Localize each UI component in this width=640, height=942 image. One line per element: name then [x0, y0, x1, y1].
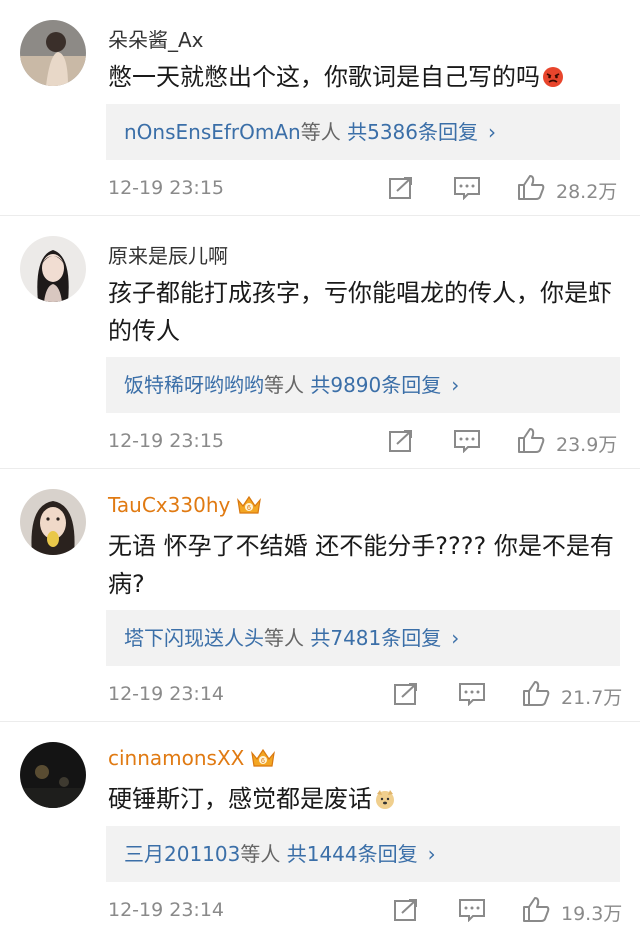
chevron-right-icon: ›: [427, 842, 436, 866]
comment-body: 孩子都能打成孩字，亏你能唱龙的传人，你是虾的传人: [108, 279, 612, 345]
like-count: 28.2万: [556, 181, 618, 203]
vip-crown-icon: 6: [251, 748, 276, 767]
comment-item: 朵朵酱_Ax 憋一天就憋出个这，你歌词是自己写的吗 nOnsEnsEfrOmAn…: [0, 0, 640, 216]
comment-body: 憋一天就憋出个这，你歌词是自己写的吗: [108, 63, 540, 91]
reply-count[interactable]: 共9890条回复: [310, 373, 441, 397]
avatar[interactable]: [20, 489, 86, 555]
comment-item: 原来是辰儿啊 孩子都能打成孩字，亏你能唱龙的传人，你是虾的传人 饭特稀呀哟哟哟等…: [0, 216, 640, 469]
reply-usernames[interactable]: 饭特稀呀哟哟哟: [124, 373, 264, 397]
avatar[interactable]: [20, 236, 86, 302]
like-count: 23.9万: [556, 434, 618, 456]
thumbs-up-icon[interactable]: [517, 174, 545, 200]
timestamp: 12-19 23:14: [108, 683, 225, 705]
like-count: 19.3万: [561, 903, 623, 925]
share-icon[interactable]: [394, 682, 420, 706]
comment-item: cinnamonsXX 6 硬锤斯汀，感觉都是废话 三月201103等人 共14…: [0, 722, 640, 942]
reply-connector: 等人: [240, 842, 281, 866]
username-text: TauCx330hy: [108, 493, 231, 517]
reply-connector: 等人: [264, 373, 304, 397]
thumbs-up-icon[interactable]: [522, 896, 550, 922]
chevron-right-icon: ›: [451, 626, 460, 650]
comment-icon[interactable]: [454, 429, 480, 453]
svg-text:6: 6: [247, 505, 251, 512]
reply-count[interactable]: 共1444条回复: [287, 842, 418, 866]
thumbs-up-icon[interactable]: [517, 427, 545, 453]
like-count: 21.7万: [561, 687, 623, 709]
reply-connector: 等人: [264, 626, 304, 650]
comment-item: TauCx330hy 6 无语 怀孕了不结婚 还不能分手???? 你是不是有病?…: [0, 469, 640, 722]
comment-body: 无语 怀孕了不结婚 还不能分手???? 你是不是有病?: [108, 532, 614, 598]
username[interactable]: TauCx330hy 6: [108, 493, 262, 517]
username[interactable]: cinnamonsXX 6: [108, 746, 276, 770]
thumbs-up-icon[interactable]: [522, 680, 550, 706]
timestamp: 12-19 23:15: [108, 177, 225, 199]
svg-text:6: 6: [261, 758, 265, 765]
reply-count[interactable]: 共5386条回复: [347, 120, 478, 144]
doge-emoji: [376, 790, 394, 809]
share-icon[interactable]: [389, 176, 415, 200]
comment-body: 硬锤斯汀，感觉都是废话: [108, 785, 372, 813]
comment-text: 憋一天就憋出个这，你歌词是自己写的吗: [108, 58, 614, 96]
angry-face-emoji: [543, 67, 563, 87]
comment-text: 无语 怀孕了不结婚 还不能分手???? 你是不是有病?: [108, 527, 614, 603]
comment-icon[interactable]: [459, 898, 485, 922]
share-icon[interactable]: [389, 429, 415, 453]
comment-icon[interactable]: [459, 682, 485, 706]
username-text: cinnamonsXX: [108, 746, 245, 770]
reply-summary[interactable]: 三月201103等人 共1444条回复 ›: [106, 826, 620, 882]
reply-usernames[interactable]: 塔下闪现送人头: [124, 626, 264, 650]
reply-summary[interactable]: 饭特稀呀哟哟哟等人 共9890条回复 ›: [106, 357, 620, 413]
username-text: 朵朵酱_Ax: [108, 28, 204, 52]
reply-usernames[interactable]: nOnsEnsEfrOmAn: [124, 120, 301, 144]
timestamp: 12-19 23:15: [108, 430, 225, 452]
chevron-right-icon: ›: [488, 120, 496, 144]
timestamp: 12-19 23:14: [108, 899, 225, 921]
username[interactable]: 朵朵酱_Ax: [108, 24, 204, 53]
reply-summary[interactable]: 塔下闪现送人头等人 共7481条回复 ›: [106, 610, 620, 666]
reply-summary[interactable]: nOnsEnsEfrOmAn等人 共5386条回复 ›: [106, 104, 620, 160]
comment-icon[interactable]: [454, 176, 480, 200]
reply-count[interactable]: 共7481条回复: [310, 626, 441, 650]
comment-text: 孩子都能打成孩字，亏你能唱龙的传人，你是虾的传人: [108, 274, 614, 350]
reply-connector: 等人: [300, 120, 341, 144]
avatar[interactable]: [20, 20, 86, 86]
username[interactable]: 原来是辰儿啊: [108, 240, 228, 269]
share-icon[interactable]: [394, 898, 420, 922]
comment-text: 硬锤斯汀，感觉都是废话: [108, 780, 614, 818]
vip-crown-icon: 6: [237, 495, 262, 514]
avatar[interactable]: [20, 742, 86, 808]
reply-usernames[interactable]: 三月201103: [124, 842, 240, 866]
username-text: 原来是辰儿啊: [108, 244, 228, 268]
chevron-right-icon: ›: [451, 373, 460, 397]
